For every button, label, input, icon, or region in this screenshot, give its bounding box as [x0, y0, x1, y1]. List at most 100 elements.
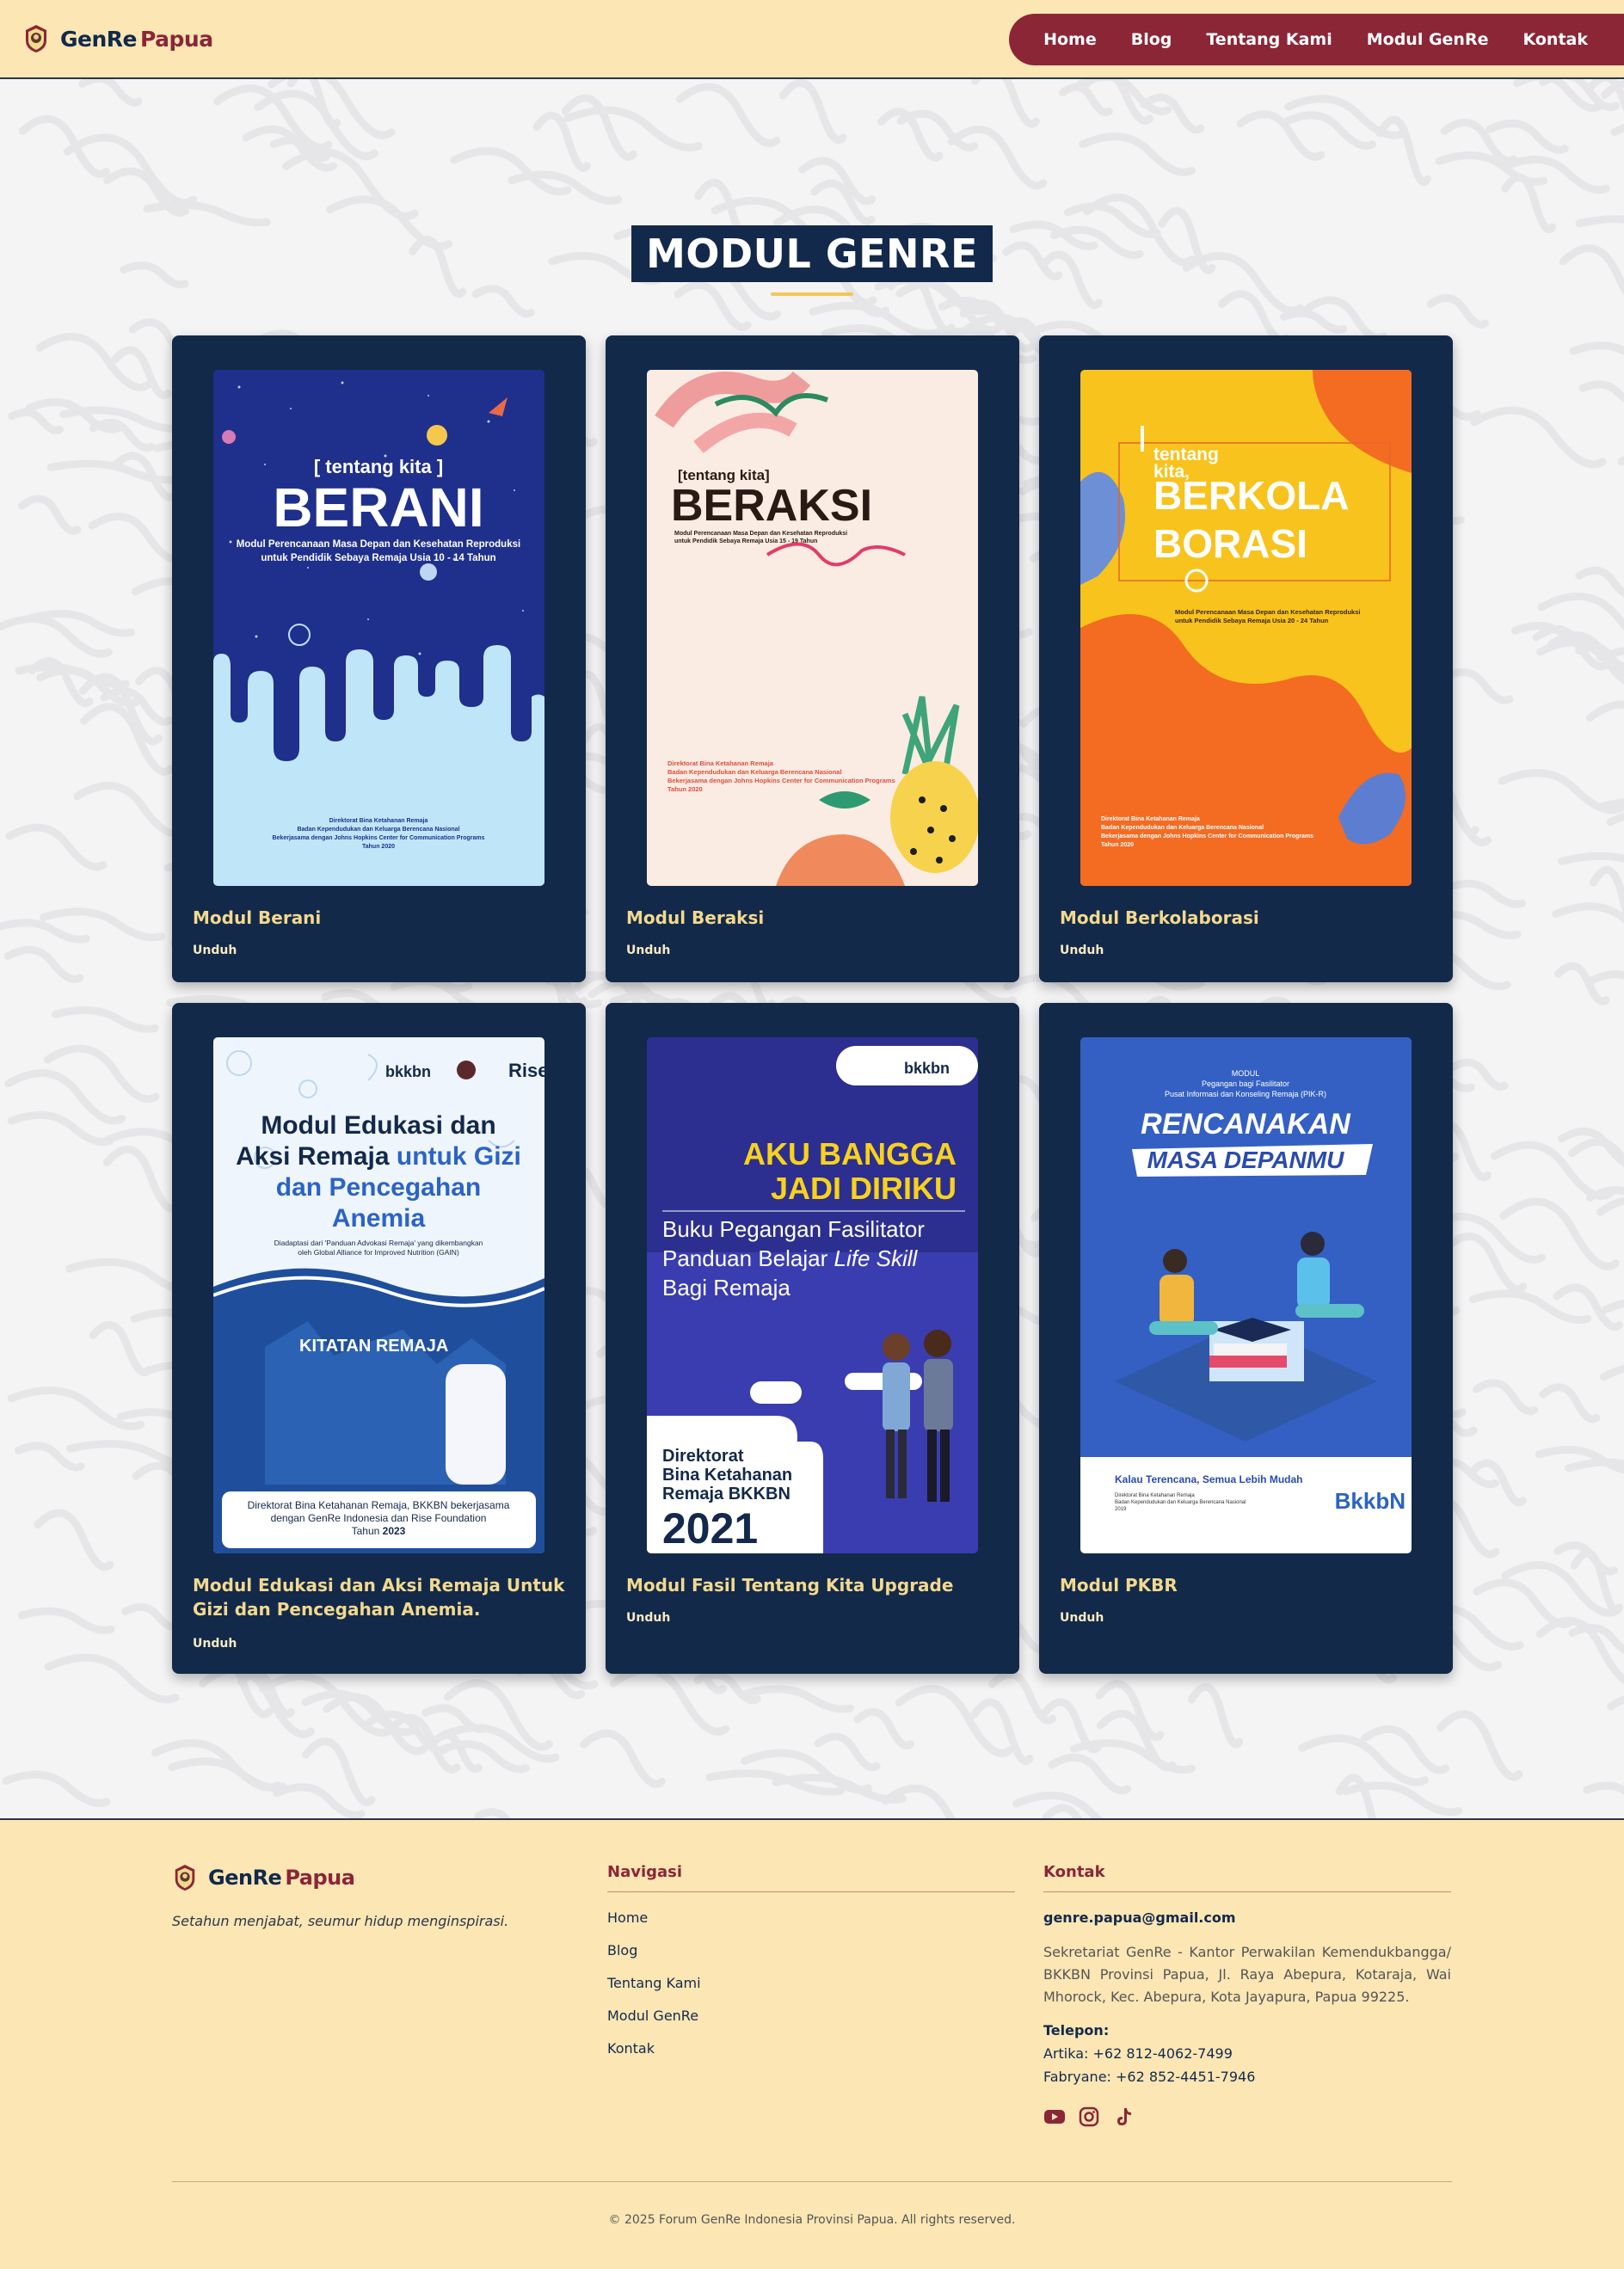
- brand-name-papua: Papua: [139, 26, 213, 52]
- cover-foot-3: Bekerjasama dengan Johns Hopkins Center …: [667, 777, 895, 784]
- cover-tagline: Kalau Terencana, Semua Lebih Mudah: [1115, 1473, 1303, 1485]
- module-title: Modul Berani: [193, 907, 322, 928]
- footer-tagline: Setahun menjabat, seumur hidup menginspi…: [172, 1913, 509, 1929]
- footer-brand-genre: GenRe: [208, 1866, 282, 1890]
- nav-link-tentang-kami[interactable]: Tentang Kami: [1206, 30, 1332, 49]
- module-cover-fasil[interactable]: bkkbn AKU BANGGA JADI DIRIKU Buku Pegang…: [647, 1037, 978, 1553]
- module-title: Modul Beraksi: [626, 907, 765, 928]
- copyright: © 2025 Forum GenRe Indonesia Provinsi Pa…: [608, 2213, 1016, 2227]
- module-cover-pkbr[interactable]: MODUL Pegangan bagi Fasilitator Pusat In…: [1080, 1037, 1412, 1553]
- module-title: Modul PKBR: [1060, 1575, 1178, 1596]
- footer-brand-papua: Papua: [285, 1866, 355, 1890]
- download-link[interactable]: Unduh: [193, 1637, 237, 1651]
- cover-foot-2: Badan Kependudukan dan Keluarga Berencan…: [297, 827, 459, 833]
- footer-link-blog[interactable]: Blog: [607, 1942, 1015, 1958]
- cover-illustration-edukasi-gizi: bkkbn Rise Modul Edukasi dan Aksi Remaja…: [213, 1037, 544, 1553]
- phone-heading: Telepon:: [1043, 2022, 1110, 2038]
- cover-foot-1: Direktorat Bina Ketahanan Remaja: [1115, 1493, 1195, 1498]
- cover-foot-2: Badan Kependudukan dan Keluarga Berencan…: [1115, 1500, 1246, 1505]
- title-underline: [771, 292, 853, 296]
- footer-nav-column: Navigasi Home Blog Tentang Kami Modul Ge…: [607, 1863, 1015, 2073]
- module-title: Modul Edukasi dan Aksi Remaja Untuk Gizi…: [193, 1575, 565, 1620]
- brand-name-genre: GenRe: [60, 26, 137, 52]
- cover-heading: BERAKSI: [671, 481, 872, 531]
- footer-link-tentang-kami[interactable]: Tentang Kami: [607, 1975, 1015, 1991]
- cover-foot-1: Direktorat Bina Ketahanan Remaja: [329, 818, 428, 824]
- cover-line-1: Modul Perencanaan Masa Depan dan Kesehat…: [674, 531, 847, 537]
- instagram-icon[interactable]: [1078, 2106, 1100, 2128]
- module-cover-beraksi[interactable]: [tentang kita] BERAKSI Modul Perencanaan…: [647, 370, 978, 886]
- contact-email[interactable]: genre.papua@gmail.com: [1043, 1909, 1451, 1926]
- youtube-icon[interactable]: [1043, 2106, 1066, 2128]
- cover-heading-2: JADI DIRIKU: [771, 1171, 957, 1206]
- cover-heading: BERANI: [273, 477, 483, 538]
- nav-link-modul-genre[interactable]: Modul GenRe: [1367, 30, 1489, 49]
- footer-link-home[interactable]: Home: [607, 1909, 1015, 1926]
- phone-artika[interactable]: Artika: +62 812-4062-7499: [1043, 2045, 1451, 2062]
- cover-foot-3: Bekerjasama dengan Johns Hopkins Center …: [1101, 833, 1313, 839]
- cover-banner: KITATAN REMAJA: [299, 1337, 448, 1356]
- module-cover-berkolaborasi[interactable]: tentang kita, BERKOLA BORASI Modul Peren…: [1080, 370, 1412, 886]
- cover-sub-3: Bagi Remaja: [662, 1275, 790, 1301]
- cover-foot-1: Direktorat Bina Ketahanan Remaja, BKKBN …: [248, 1499, 510, 1511]
- cover-sub-2: oleh Global Alliance for Improved Nutrit…: [298, 1248, 459, 1257]
- cover-illustration-berani: [ tentang kita ] BERANI Modul Perencanaa…: [213, 370, 544, 886]
- footer-brand-column: GenRe Papua Setahun menjabat, seumur hid…: [172, 1863, 508, 1929]
- footer-divider: [172, 2181, 1452, 2182]
- cover-top-2: Pegangan bagi Fasilitator: [1202, 1079, 1289, 1088]
- cover-kicker: [ tentang kita ]: [314, 456, 443, 477]
- footer-link-kontak[interactable]: Kontak: [607, 2040, 1015, 2057]
- footer-link-modul-genre[interactable]: Modul GenRe: [607, 2008, 1015, 2024]
- nav-link-kontak[interactable]: Kontak: [1522, 30, 1588, 49]
- cover-dir-1: Direktorat: [662, 1447, 744, 1466]
- cover-dir-3: Remaja BKKBN: [662, 1485, 790, 1503]
- module-card-berani: [ tentang kita ] BERANI Modul Perencanaa…: [172, 335, 586, 982]
- module-card-fasil: bkkbn AKU BANGGA JADI DIRIKU Buku Pegang…: [606, 1003, 1019, 1674]
- cover-line-1: Modul Perencanaan Masa Depan dan Kesehat…: [1175, 608, 1360, 616]
- download-link[interactable]: Unduh: [626, 944, 670, 957]
- cover-heading-4: Anemia: [332, 1204, 426, 1233]
- cover-foot-3: Tahun 2023: [352, 1525, 406, 1537]
- cover-foot-1: Direktorat Bina Ketahanan Remaja: [1101, 816, 1200, 822]
- cover-sub-2: Panduan Belajar Life Skill: [662, 1245, 919, 1271]
- cover-sub-1: Buku Pegangan Fasilitator: [662, 1216, 925, 1242]
- footer-contact-column: Kontak genre.papua@gmail.com Sekretariat…: [1043, 1863, 1451, 2128]
- cover-logo-bkkbn: BkkbN: [1335, 1488, 1406, 1514]
- footer-brand-logo[interactable]: GenRe Papua: [172, 1863, 508, 1892]
- cover-top-3: Pusat Informasi dan Konseling Remaja (PI…: [1165, 1090, 1326, 1098]
- download-link[interactable]: Unduh: [626, 1611, 670, 1625]
- module-cover-berani[interactable]: [ tentang kita ] BERANI Modul Perencanaa…: [213, 370, 544, 886]
- cover-illustration-pkbr: MODUL Pegangan bagi Fasilitator Pusat In…: [1080, 1037, 1412, 1553]
- download-link[interactable]: Unduh: [193, 944, 237, 957]
- phone-fabryane[interactable]: Fabryane: +62 852-4451-7946: [1043, 2069, 1451, 2085]
- main-menu: Home Blog Tentang Kami Modul GenRe Konta…: [1009, 14, 1624, 65]
- nav-link-home[interactable]: Home: [1043, 30, 1097, 49]
- footer: GenRe Papua Setahun menjabat, seumur hid…: [0, 1818, 1624, 2269]
- brand-logo[interactable]: GenRe Papua: [22, 23, 213, 54]
- download-link[interactable]: Unduh: [1060, 944, 1104, 957]
- footer-nav-heading: Navigasi: [607, 1863, 1015, 1892]
- cover-heading: BERKOLA: [1153, 473, 1349, 518]
- module-card-beraksi: [tentang kita] BERAKSI Modul Perencanaan…: [606, 335, 1019, 982]
- cover-dir-2: Bina Ketahanan: [662, 1466, 792, 1485]
- download-link[interactable]: Unduh: [1060, 1611, 1104, 1625]
- cover-logo-bkkbn: bkkbn: [385, 1063, 431, 1080]
- cover-illustration-fasil: bkkbn AKU BANGGA JADI DIRIKU Buku Pegang…: [647, 1037, 978, 1553]
- cover-heading-2: Aksi Remaja untuk Gizi: [236, 1142, 521, 1171]
- cover-heading-1: Modul Edukasi dan: [261, 1111, 495, 1140]
- section-title: MODUL GENRE: [631, 225, 993, 282]
- cover-illustration-beraksi: [tentang kita] BERAKSI Modul Perencanaan…: [647, 370, 978, 886]
- section-header: MODUL GENRE: [0, 225, 1624, 296]
- cover-foot-2: dengan GenRe Indonesia dan Rise Foundati…: [271, 1512, 487, 1524]
- cover-heading-2: MASA DEPANMU: [1147, 1147, 1344, 1173]
- nav-link-blog[interactable]: Blog: [1131, 30, 1172, 49]
- module-cover-edukasi-gizi[interactable]: bkkbn Rise Modul Edukasi dan Aksi Remaja…: [213, 1037, 544, 1553]
- cover-logo-rise: Rise: [508, 1060, 544, 1081]
- cover-foot-1: Direktorat Bina Ketahanan Remaja: [667, 759, 774, 767]
- module-card-edukasi-gizi: bkkbn Rise Modul Edukasi dan Aksi Remaja…: [172, 1003, 586, 1674]
- cover-foot-4: Tahun 2020: [667, 785, 703, 793]
- tiktok-icon[interactable]: [1112, 2106, 1135, 2128]
- cover-year: 2021: [662, 1504, 758, 1553]
- navbar: GenRe Papua Home Blog Tentang Kami Modul…: [0, 0, 1624, 79]
- cover-top-1: MODUL: [1232, 1069, 1260, 1078]
